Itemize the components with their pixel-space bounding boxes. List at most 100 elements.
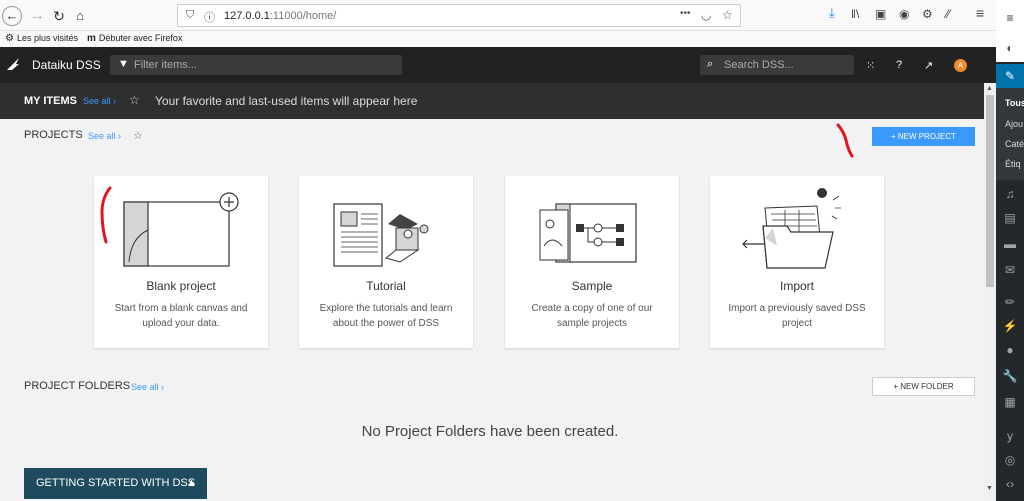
dss-app-bar: Dataiku DSS ▼ Filter items... ⌕ Search D… — [0, 47, 996, 83]
reload-icon[interactable]: ↻ — [48, 5, 70, 27]
code-icon[interactable]: ‹› — [1002, 476, 1018, 492]
url-text[interactable]: 127.0.0.1:11000/home/ — [224, 10, 336, 22]
mail-icon[interactable]: ✉ — [1002, 262, 1018, 278]
bookmark-label: Débuter avec Firefox — [98, 33, 183, 43]
wp-top-area: ≡ ◐ — [996, 0, 1024, 62]
star-icon[interactable]: ☆ — [133, 129, 143, 142]
wp-subitem-tags[interactable]: Étiq — [1005, 159, 1021, 169]
bookmark-getting-started[interactable]: m Débuter avec Firefox — [87, 33, 182, 44]
filter-items-input[interactable]: ▼ Filter items... — [110, 55, 402, 75]
update-icon[interactable]: ◎ — [1002, 452, 1018, 468]
blank-canvas-icon — [123, 192, 239, 267]
wp-subitem-add[interactable]: Ajou — [1005, 119, 1023, 129]
forward-arrow-icon[interactable]: → — [26, 5, 48, 27]
user-avatar[interactable]: A — [954, 59, 967, 72]
card-description: Create a copy of one of our sample proje… — [531, 303, 653, 329]
url-host: 127.0.0.1 — [224, 10, 270, 22]
sidebar-icon[interactable]: ▣ — [875, 7, 886, 21]
card-title: Blank project — [146, 279, 216, 293]
bookmark-label: Les plus visités — [16, 33, 78, 43]
url-path: :11000/home/ — [269, 10, 337, 22]
browser-toolbar: ← → ↻ ⌂ ⛉ ⓘ 127.0.0.1:11000/home/ ••• ◡ … — [0, 0, 996, 31]
import-folder-icon — [742, 188, 841, 269]
wp-admin-sidebar: ≡ ◐ ✎ Tous Ajou Caté Étiq ♫ ▤ ▬ ✉ ✏ ⚡ ● … — [996, 0, 1024, 501]
scroll-thumb[interactable] — [986, 95, 994, 287]
home-icon[interactable]: ⌂ — [69, 5, 91, 27]
projects-see-all-link[interactable]: See all › — [88, 131, 121, 141]
folders-see-all-link[interactable]: See all › — [131, 382, 164, 392]
comments-icon[interactable]: ▬ — [1002, 236, 1018, 252]
card-title: Sample — [571, 279, 613, 293]
star-icon[interactable]: ☆ — [129, 93, 140, 107]
tutorial-card[interactable]: Tutorial Explore the tutorials and learn… — [299, 176, 473, 348]
media-icon[interactable]: ♫ — [1002, 186, 1018, 202]
dataiku-logo-icon[interactable] — [6, 57, 20, 71]
wp-subitem-categories[interactable]: Caté — [1005, 139, 1024, 149]
new-project-button[interactable]: + NEW PROJECT — [872, 127, 975, 146]
card-description: Import a previously saved DSS project — [728, 303, 866, 329]
back-arrow-icon[interactable]: ← — [2, 6, 22, 26]
pin-icon: ✎ — [1004, 69, 1016, 83]
filter-icon: ▼ — [118, 58, 129, 70]
getting-started-panel[interactable]: GETTING STARTED WITH DSS ▲ — [24, 468, 207, 499]
users-icon[interactable]: ● — [1002, 342, 1018, 358]
account-icon[interactable]: ◉ — [899, 7, 909, 21]
search-dss-input[interactable]: ⌕ Search DSS... — [700, 55, 854, 75]
bookmark-star-icon[interactable]: ☆ — [722, 8, 733, 22]
chevron-up-icon: ▲ — [186, 477, 197, 489]
dashboard-icon[interactable]: ◐ — [1002, 40, 1018, 56]
red-annotation-mark — [100, 186, 112, 244]
firefox-icon: m — [87, 33, 96, 44]
pages-icon[interactable]: ▤ — [1002, 210, 1018, 226]
url-bar[interactable]: ⛉ ⓘ 127.0.0.1:11000/home/ ••• ◡ ☆ — [177, 4, 741, 27]
wp-subitem-all[interactable]: Tous — [1005, 98, 1024, 108]
sample-card[interactable]: Sample Create a copy of one of our sampl… — [505, 176, 679, 348]
brand-name[interactable]: Dataiku DSS — [32, 58, 101, 72]
bookmark-most-visited[interactable]: ⚙ Les plus visités — [5, 33, 78, 44]
card-description: Explore the tutorials and learn about th… — [319, 303, 453, 329]
card-title: Import — [779, 279, 814, 293]
project-folders-title: PROJECT FOLDERS — [24, 380, 131, 392]
settings-icon[interactable]: ▦ — [1002, 394, 1018, 410]
wp-posts-menu[interactable]: ✎ — [996, 64, 1024, 88]
card-description: Start from a blank canvas and upload you… — [114, 303, 248, 329]
info-icon[interactable]: ⓘ — [204, 9, 215, 25]
blank-project-card[interactable]: Blank project Start from a blank canvas … — [94, 176, 268, 348]
extension-icon[interactable]: ⚙ — [922, 7, 933, 21]
page-actions-icon[interactable]: ••• — [680, 8, 691, 19]
tutorial-book-icon — [333, 203, 429, 267]
new-folder-button[interactable]: + NEW FOLDER — [872, 377, 975, 396]
download-icon[interactable]: ⤓ — [829, 5, 835, 21]
my-items-bar: MY ITEMS See all › ☆ Your favorite and l… — [0, 83, 984, 119]
appearance-icon[interactable]: ✏ — [1002, 294, 1018, 310]
search-placeholder: Search DSS... — [724, 59, 794, 71]
help-icon[interactable]: ? — [896, 59, 902, 71]
tools-icon[interactable]: 🔧 — [1002, 368, 1018, 384]
sample-flow-icon — [539, 203, 637, 263]
scroll-up-arrow-icon[interactable]: ▲ — [986, 85, 993, 92]
hamburger-icon[interactable]: ≡ — [1002, 10, 1018, 26]
translate-icon[interactable]: ⁄⁄ — [946, 7, 950, 21]
scroll-down-arrow-icon[interactable]: ▼ — [986, 485, 993, 492]
apps-grid-icon[interactable]: ⁙ — [866, 59, 875, 72]
red-annotation-mark — [836, 123, 854, 158]
yoast-icon[interactable]: y — [1002, 428, 1018, 444]
home-main: PROJECTS See all › ☆ + NEW PROJECT Blank… — [0, 119, 984, 501]
bookmarks-bar: ⚙ Les plus visités m Débuter avec Firefox — [0, 31, 996, 47]
my-items-title: MY ITEMS — [24, 95, 77, 107]
gear-icon: ⚙ — [5, 33, 14, 44]
menu-hamburger-icon[interactable]: ≡ — [976, 5, 984, 21]
page-scrollbar[interactable]: ▲ ▼ — [984, 83, 996, 501]
activity-trend-icon[interactable]: ↗ — [924, 59, 933, 72]
my-items-message: Your favorite and last-used items will a… — [155, 94, 418, 108]
plugins-icon[interactable]: ⚡ — [1002, 318, 1018, 334]
filter-placeholder: Filter items... — [134, 59, 197, 71]
wp-posts-submenu: Tous Ajou Caté Étiq — [996, 88, 1024, 180]
pocket-icon[interactable]: ◡ — [701, 8, 711, 22]
my-items-see-all-link[interactable]: See all › — [83, 96, 116, 106]
getting-started-label: GETTING STARTED WITH DSS — [36, 477, 196, 489]
shield-icon[interactable]: ⛉ — [186, 9, 194, 22]
search-icon: ⌕ — [707, 58, 714, 70]
import-card[interactable]: Import Import a previously saved DSS pro… — [710, 176, 884, 348]
library-icon[interactable]: ‖\ — [851, 7, 859, 21]
